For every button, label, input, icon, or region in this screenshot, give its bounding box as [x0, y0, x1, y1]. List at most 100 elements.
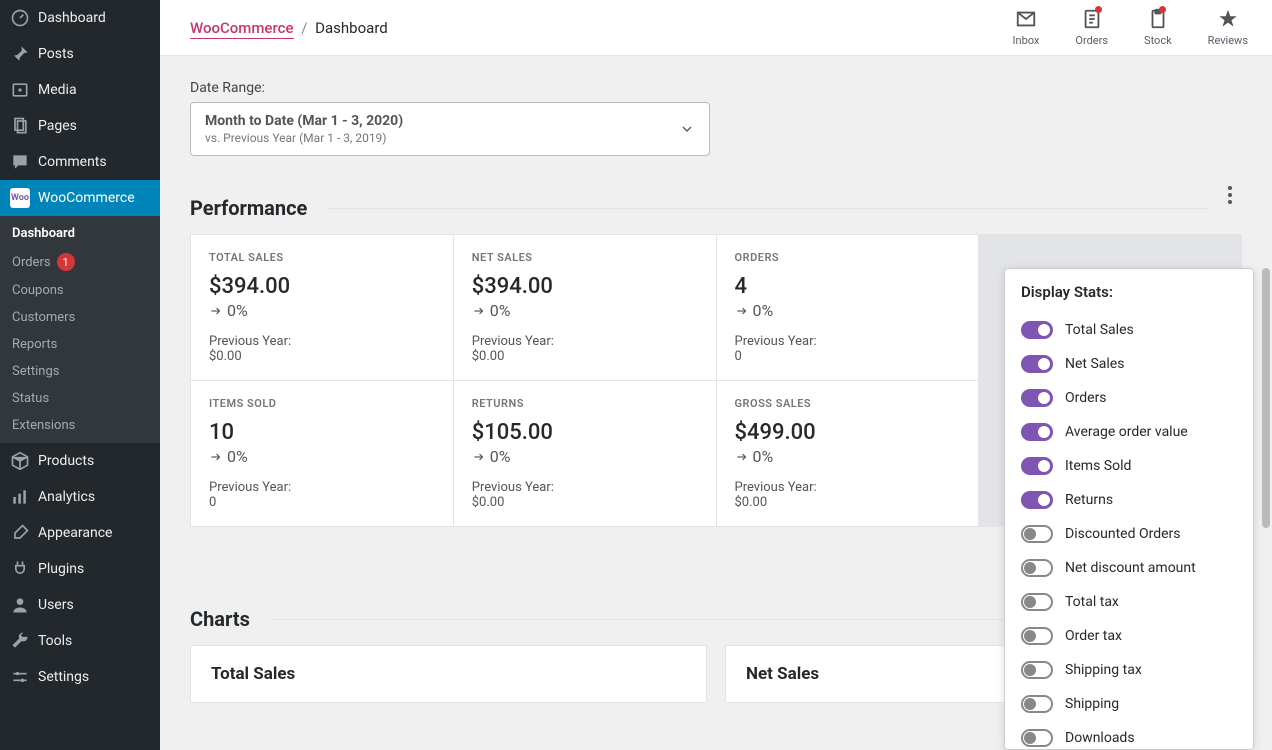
submenu-label: Dashboard	[12, 226, 75, 241]
stat-toggle-label: Shipping tax	[1065, 662, 1142, 678]
stat-toggle-row[interactable]: Net discount amount	[1021, 551, 1237, 585]
submenu-label: Settings	[12, 364, 59, 379]
stock-button[interactable]: Stock	[1144, 8, 1172, 47]
submenu-item-coupons[interactable]: Coupons	[0, 277, 160, 304]
sidebar-item-woocommerce[interactable]: Woo WooCommerce	[0, 180, 160, 216]
sidebar-item-comments[interactable]: Comments	[0, 144, 160, 180]
submenu-item-dashboard[interactable]: Dashboard	[0, 220, 160, 247]
comment-icon	[10, 152, 30, 172]
sidebar-item-tools[interactable]: Tools	[0, 623, 160, 659]
breadcrumb-separator: /	[301, 19, 307, 37]
charts-title: Charts	[190, 607, 250, 631]
toggle-switch[interactable]	[1021, 559, 1053, 577]
stock-icon	[1147, 8, 1169, 30]
submenu-item-orders[interactable]: Orders1	[0, 247, 160, 277]
toggle-switch[interactable]	[1021, 321, 1053, 339]
performance-card[interactable]: ORDERS40%Previous Year:0	[717, 235, 979, 380]
sidebar-item-users[interactable]: Users	[0, 587, 160, 623]
toggle-switch[interactable]	[1021, 593, 1053, 611]
stat-toggle-row[interactable]: Downloads	[1021, 721, 1237, 750]
card-prev-value: $0.00	[472, 495, 698, 510]
submenu-item-status[interactable]: Status	[0, 385, 160, 412]
toggle-switch[interactable]	[1021, 661, 1053, 679]
stat-toggle-row[interactable]: Total Sales	[1021, 313, 1237, 347]
stat-toggle-row[interactable]: Average order value	[1021, 415, 1237, 449]
inbox-button[interactable]: Inbox	[1013, 8, 1040, 47]
toggle-switch[interactable]	[1021, 355, 1053, 373]
performance-card[interactable]: RETURNS$105.000%Previous Year:$0.00	[454, 381, 716, 526]
sidebar-item-appearance[interactable]: Appearance	[0, 515, 160, 551]
toggle-switch[interactable]	[1021, 457, 1053, 475]
arrow-right-icon	[735, 304, 749, 318]
woo-icon: Woo	[10, 188, 30, 208]
inbox-icon	[1015, 8, 1037, 30]
chart-box[interactable]: Total Sales	[190, 645, 707, 703]
card-delta: 0%	[472, 447, 698, 466]
sidebar-item-products[interactable]: Products	[0, 443, 160, 479]
submenu-item-customers[interactable]: Customers	[0, 304, 160, 331]
pin-icon	[10, 44, 30, 64]
sidebar-item-label: WooCommerce	[38, 190, 135, 206]
stat-toggle-row[interactable]: Items Sold	[1021, 449, 1237, 483]
pages-icon	[10, 116, 30, 136]
stat-toggle-label: Net Sales	[1065, 356, 1124, 372]
orders-button[interactable]: Orders	[1075, 8, 1108, 47]
arrow-right-icon	[209, 304, 223, 318]
toggle-switch[interactable]	[1021, 389, 1053, 407]
toggle-switch[interactable]	[1021, 491, 1053, 509]
performance-card[interactable]: GROSS SALES$499.000%Previous Year:$0.00	[717, 381, 979, 526]
submenu-label: Orders	[12, 255, 51, 270]
performance-card[interactable]: NET SALES$394.000%Previous Year:$0.00	[454, 235, 716, 380]
popover-scrollbar[interactable]	[1262, 268, 1270, 750]
stat-toggle-row[interactable]: Returns	[1021, 483, 1237, 517]
stat-toggle-label: Orders	[1065, 390, 1107, 406]
performance-card[interactable]: ITEMS SOLD100%Previous Year:0	[191, 381, 453, 526]
breadcrumb-root-link[interactable]: WooCommerce	[190, 19, 294, 39]
submenu-label: Status	[12, 391, 49, 406]
sidebar-item-media[interactable]: Media	[0, 72, 160, 108]
topbar-icon-label: Inbox	[1013, 34, 1040, 47]
sidebar-item-pages[interactable]: Pages	[0, 108, 160, 144]
card-prev-value: 0	[209, 495, 435, 510]
box-icon	[10, 451, 30, 471]
sidebar-item-posts[interactable]: Posts	[0, 36, 160, 72]
topbar-icon-label: Reviews	[1208, 34, 1248, 47]
notification-dot	[1159, 6, 1166, 13]
card-prev-value: $0.00	[735, 495, 961, 510]
stat-toggle-label: Net discount amount	[1065, 560, 1196, 576]
stat-toggle-row[interactable]: Net Sales	[1021, 347, 1237, 381]
card-prev-label: Previous Year:	[472, 334, 698, 349]
stat-toggle-row[interactable]: Shipping	[1021, 687, 1237, 721]
stat-toggle-row[interactable]: Total tax	[1021, 585, 1237, 619]
stat-toggle-row[interactable]: Shipping tax	[1021, 653, 1237, 687]
toggle-switch[interactable]	[1021, 627, 1053, 645]
sidebar-item-dashboard[interactable]: Dashboard	[0, 0, 160, 36]
card-delta: 0%	[735, 447, 961, 466]
toggle-switch[interactable]	[1021, 525, 1053, 543]
section-divider	[327, 208, 1210, 209]
reviews-button[interactable]: Reviews	[1208, 8, 1248, 47]
sidebar-item-settings[interactable]: Settings	[0, 659, 160, 695]
card-value: $394.00	[472, 274, 698, 299]
toggle-switch[interactable]	[1021, 695, 1053, 713]
performance-card[interactable]: TOTAL SALES$394.000%Previous Year:$0.00	[191, 235, 453, 380]
submenu-item-reports[interactable]: Reports	[0, 331, 160, 358]
toggle-switch[interactable]	[1021, 423, 1053, 441]
stat-toggle-row[interactable]: Order tax	[1021, 619, 1237, 653]
sidebar-item-analytics[interactable]: Analytics	[0, 479, 160, 515]
date-range-picker[interactable]: Month to Date (Mar 1 - 3, 2020) vs. Prev…	[190, 102, 710, 156]
stat-toggle-row[interactable]: Orders	[1021, 381, 1237, 415]
sidebar-item-plugins[interactable]: Plugins	[0, 551, 160, 587]
sidebar-item-label: Appearance	[38, 525, 112, 541]
stat-toggle-label: Shipping	[1065, 696, 1119, 712]
submenu-item-settings[interactable]: Settings	[0, 358, 160, 385]
sidebar-item-label: Analytics	[38, 489, 95, 505]
stat-toggle-row[interactable]: Discounted Orders	[1021, 517, 1237, 551]
card-delta: 0%	[735, 301, 961, 320]
submenu-item-extensions[interactable]: Extensions	[0, 412, 160, 439]
plug-icon	[10, 559, 30, 579]
woocommerce-submenu: Dashboard Orders1CouponsCustomersReports S…	[0, 216, 160, 443]
toggle-switch[interactable]	[1021, 729, 1053, 747]
performance-options-button[interactable]	[1218, 183, 1242, 207]
wrench-icon	[10, 631, 30, 651]
